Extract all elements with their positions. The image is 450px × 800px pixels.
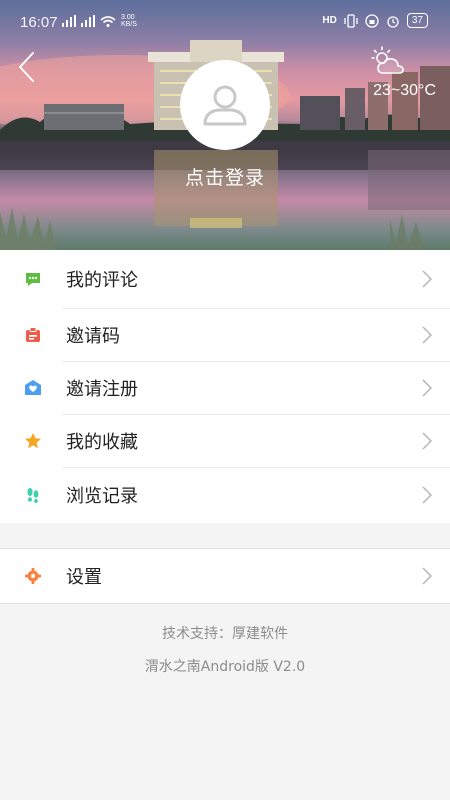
menu-item-comments[interactable]: 我的评论: [0, 250, 450, 308]
menu-item-label: 我的评论: [66, 270, 138, 291]
menu-item-favorites[interactable]: 我的收藏: [0, 414, 450, 467]
star-icon: [25, 432, 41, 448]
chevron-right-icon: [422, 567, 432, 585]
status-bar: 16:07 3.00 KB/S HD 37: [0, 0, 450, 44]
menu-item-label: 设置: [66, 567, 102, 588]
gear-icon: [25, 568, 41, 584]
alarm-icon: [387, 15, 399, 28]
hd-icon: HD: [322, 15, 337, 26]
chevron-right-icon: [422, 431, 432, 450]
heart-mail-icon: [25, 379, 41, 395]
chevron-right-icon: [422, 270, 432, 288]
user-avatar-icon: [203, 85, 247, 126]
avatar-button[interactable]: [180, 60, 270, 150]
menu-item-label: 邀请注册: [66, 378, 138, 400]
battery-indicator: 37: [406, 13, 428, 28]
chevron-left-icon: [19, 52, 34, 82]
menu-list: 我的评论 邀请码 邀请注册 我的收藏 浏览记录: [0, 250, 450, 523]
lock-rotation-icon: [365, 13, 379, 28]
menu-item-label: 浏览记录: [66, 486, 138, 507]
signal-icon-2: [81, 15, 95, 27]
menu-item-invite-code[interactable]: 邀请码: [0, 308, 450, 361]
menu-item-label: 我的收藏: [66, 431, 138, 453]
signal-icon: [62, 15, 76, 27]
wifi-icon: [100, 16, 116, 27]
badge-icon: [26, 326, 40, 342]
vibrate-icon: [344, 13, 358, 28]
tech-support-text: 技术支持：厚建软件: [162, 626, 288, 642]
comment-icon: [26, 273, 40, 286]
net-speed: 3.00 KB/S: [121, 14, 137, 28]
back-button[interactable]: [12, 50, 42, 84]
chevron-right-icon: [422, 378, 432, 397]
status-time: 16:07: [20, 14, 58, 31]
menu-item-invite-register[interactable]: 邀请注册: [0, 361, 450, 414]
settings-group: 设置: [0, 548, 450, 604]
app-version-text: 渭水之南Android版 V2.0: [144, 659, 306, 675]
chevron-right-icon: [422, 325, 432, 344]
status-left-icons: 3.00 KB/S: [62, 14, 139, 28]
menu-item-settings[interactable]: 设置: [0, 549, 450, 603]
login-button[interactable]: 点击登录: [0, 163, 450, 190]
menu-item-label: 邀请码: [66, 325, 120, 347]
chevron-right-icon: [422, 486, 432, 504]
footprint-icon: [27, 488, 39, 503]
menu-item-history[interactable]: 浏览记录: [0, 467, 450, 523]
status-right-icons: HD 37: [322, 13, 428, 28]
temperature-text: 23~30°C: [373, 82, 436, 99]
sun-cloud-icon: [371, 46, 404, 74]
header-banner: 16:07 3.00 KB/S HD 37 23~30°C 点击登录: [0, 0, 450, 250]
